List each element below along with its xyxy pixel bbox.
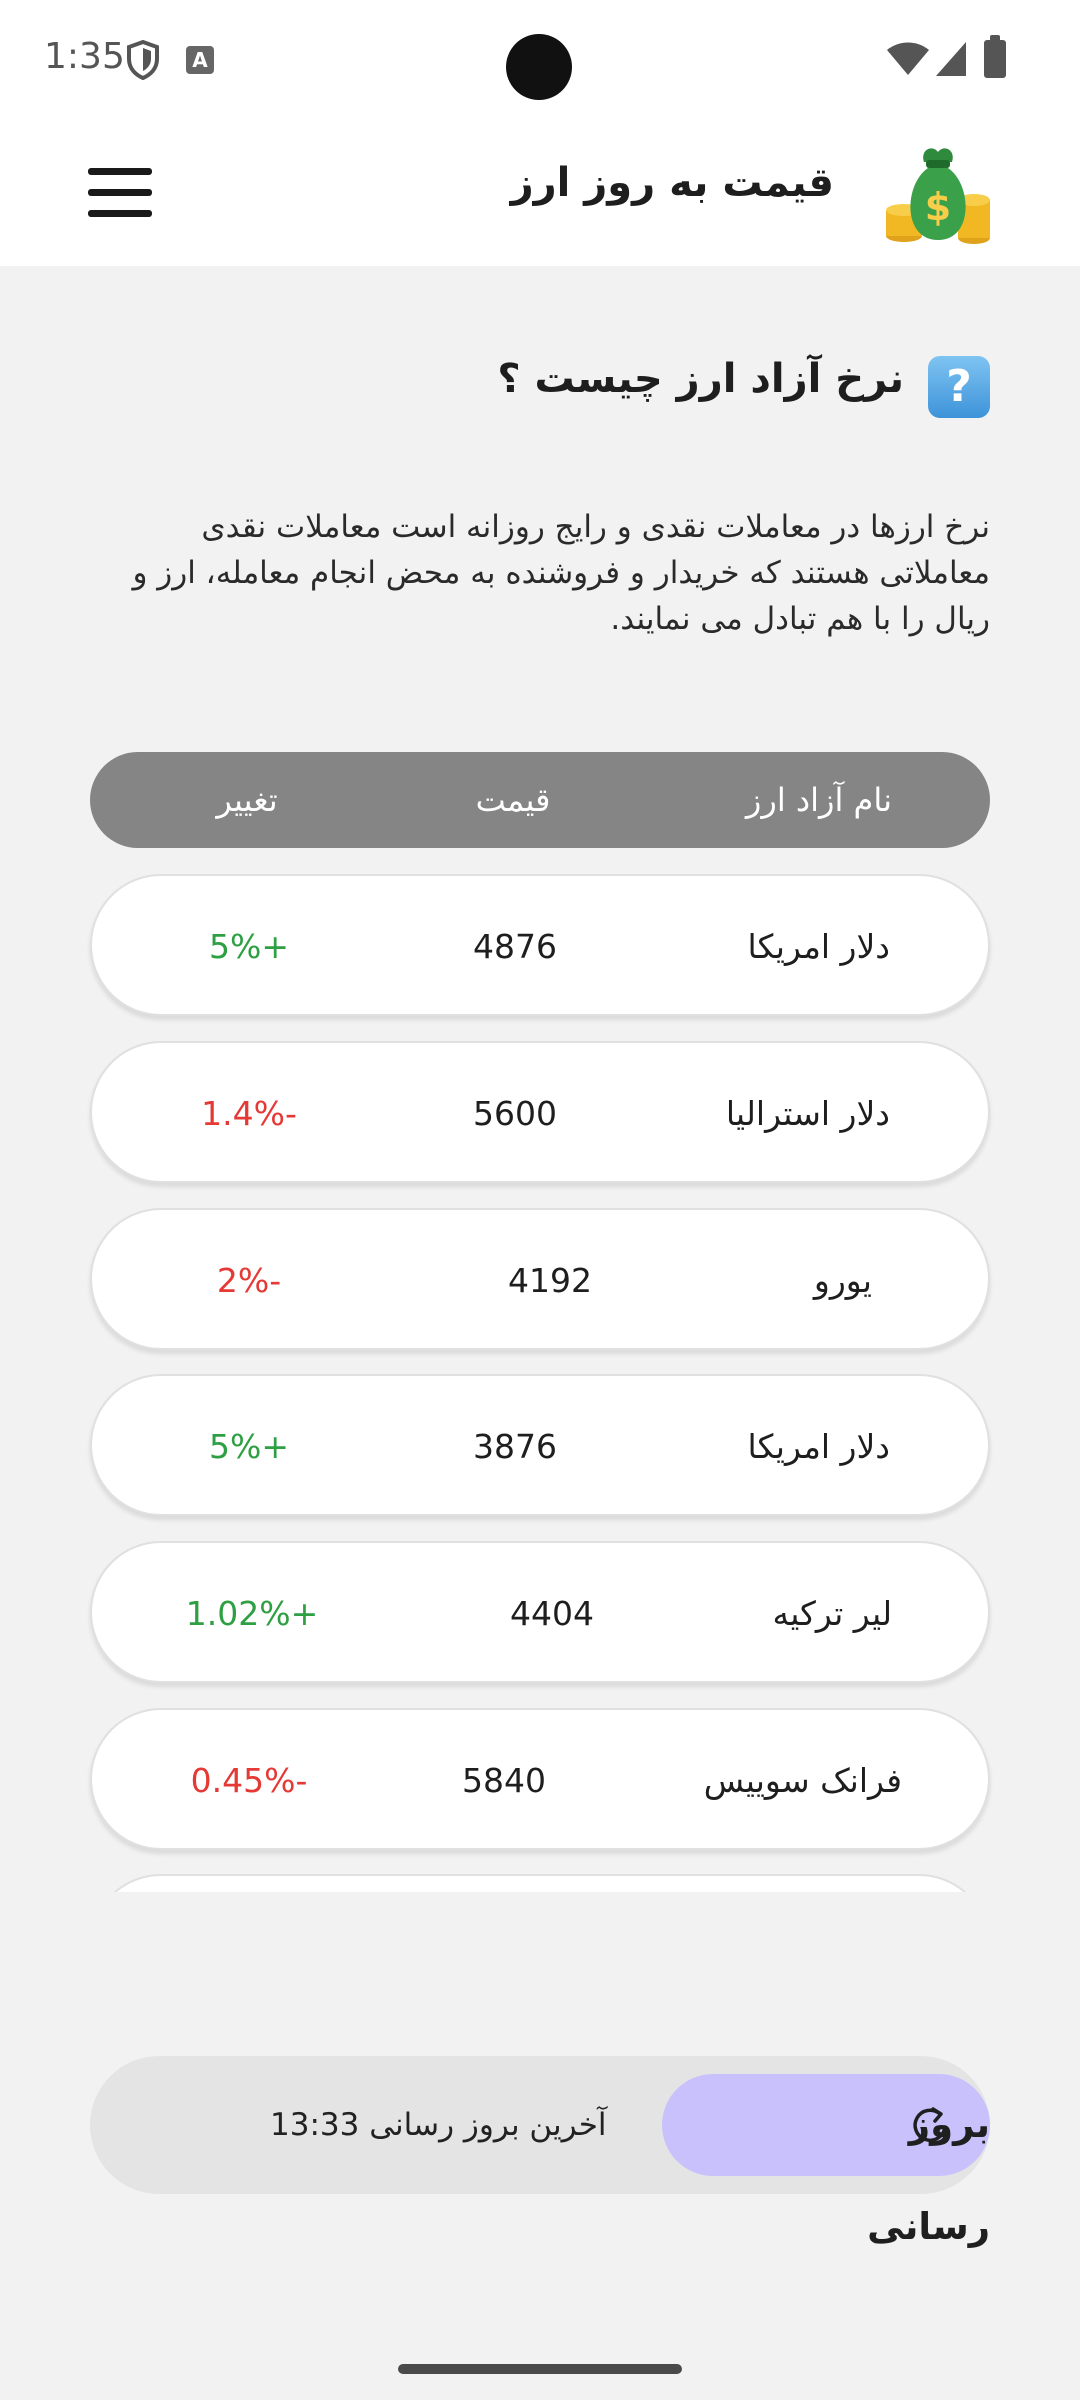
currency-change: 1.02%+ [185, 1594, 319, 1633]
currency-change: 0.45%- [190, 1761, 308, 1800]
currency-name: یورو [813, 1261, 872, 1300]
currency-name: دلار امریکا [747, 927, 890, 966]
currency-change: 1.4%- [201, 1094, 297, 1133]
home-indicator[interactable] [398, 2364, 682, 2374]
header-name: نام آزاد ارز [745, 781, 892, 819]
hamburger-menu-icon[interactable] [88, 168, 152, 218]
battery-icon [984, 35, 1006, 78]
status-time: 1:35 [44, 36, 125, 77]
section-title: نرخ آزاد ارز چیست ؟ [497, 356, 904, 402]
currency-row[interactable]: فرانک سوییس 5840 0.45%- [90, 1708, 990, 1850]
table-header: نام آزاد ارز قیمت تغییر [90, 752, 990, 848]
currency-row[interactable]: دلار امریکا 4876 5%+ [90, 874, 990, 1016]
currency-name: دلار امریکا [747, 1427, 890, 1466]
question-icon: ? [928, 356, 990, 418]
currency-name: دلار استرالیا [725, 1094, 890, 1133]
app-bar: قیمت به روز ارز $ [0, 120, 1080, 266]
app-title: قیمت به روز ارز [510, 160, 834, 206]
status-bar: 1:35 A [0, 0, 1080, 120]
currency-list[interactable]: دلار امریکا 4876 5%+ دلار استرالیا 5600 … [80, 868, 1000, 1892]
currency-change: 5%+ [208, 1427, 289, 1466]
currency-name: لیر ترکیه [772, 1594, 892, 1633]
currency-price: 5840 [462, 1761, 546, 1800]
refresh-button[interactable]: بروز رسانی [662, 2074, 990, 2248]
money-bag-icon: $ [886, 148, 990, 244]
refresh-label: بروز رسانی [867, 2103, 990, 2248]
update-bar: آخرین بروز رسانی 13:33 بروز رسانی [90, 2056, 990, 2248]
refresh-icon [913, 2107, 947, 2143]
header-price: قیمت [475, 781, 551, 819]
last-update-text: آخرین بروز رسانی 13:33 [270, 2107, 607, 2143]
svg-text:$: $ [925, 185, 951, 229]
section-description: نرخ ارزها در معاملات نقدی و رایج روزانه … [132, 509, 990, 637]
currency-row[interactable]: یورو 4192 2%- [90, 1208, 990, 1350]
currency-price: 3876 [473, 1427, 557, 1466]
currency-price: 4876 [473, 927, 557, 966]
currency-change: 2%- [216, 1261, 282, 1300]
currency-name: فرانک سوییس [703, 1761, 902, 1800]
shield-icon [127, 40, 159, 80]
currency-row[interactable]: دلار امریکا 3876 5%+ [90, 1374, 990, 1516]
currency-price: 5600 [473, 1094, 557, 1133]
currency-price: 4192 [508, 1261, 592, 1300]
camera-cutout [506, 34, 572, 100]
currency-change: 5%+ [208, 927, 289, 966]
header-change: تغییر [216, 781, 278, 819]
keyboard-a-icon: A [186, 46, 214, 74]
currency-row[interactable]: لیر ترکیه 4404 1.02%+ [90, 1541, 990, 1683]
signal-icon [936, 42, 966, 76]
currency-price: 4404 [510, 1594, 594, 1633]
currency-row-partial[interactable] [90, 1874, 990, 1892]
currency-row[interactable]: دلار استرالیا 5600 1.4%- [90, 1041, 990, 1183]
wifi-icon [887, 42, 929, 75]
